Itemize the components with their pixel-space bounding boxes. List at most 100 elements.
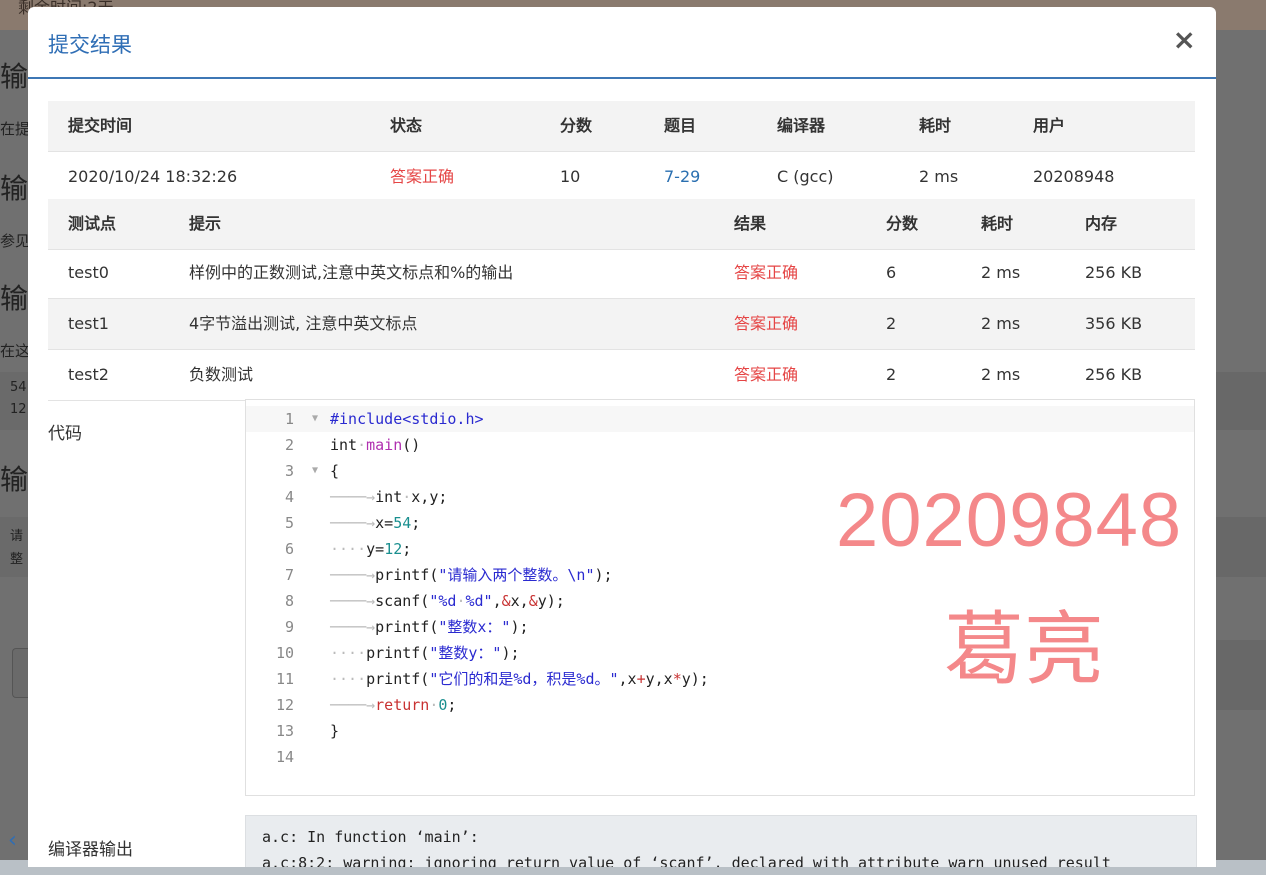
background-text: 在这 [0, 342, 31, 360]
background-text: 12 [10, 402, 27, 417]
code-text: { [330, 462, 340, 480]
background-text: 请 [10, 529, 24, 544]
testcase-hint: 样例中的正数测试,注意中英文标点和%的输出 [189, 263, 514, 282]
header-submit-time: 提交时间 [68, 116, 133, 135]
code-text: ····printf("整数y："); [330, 644, 520, 662]
compiler-output-line: a.c:8:2: warning: ignoring return value … [262, 854, 1111, 867]
code-text: ────→printf("整数x："); [330, 618, 529, 636]
code-line: 14 [246, 744, 1194, 770]
header-testcase: 测试点 [68, 214, 117, 233]
code-text: ────→scanf("%d·%d",&x,&y); [330, 592, 565, 610]
testcase-name: test1 [68, 314, 109, 333]
testcase-result: 答案正确 [734, 314, 799, 333]
code-text: } [330, 722, 340, 740]
testcase-name: test2 [68, 365, 109, 384]
testcase-score: 2 [886, 365, 897, 384]
code-line: 13 } [246, 718, 1194, 744]
header-problem: 题目 [664, 116, 697, 135]
background-right-band [1216, 640, 1266, 710]
background-right-band [1216, 372, 1266, 430]
close-button[interactable]: × [1173, 25, 1196, 55]
compiler: C (gcc) [777, 167, 834, 186]
code-text: ────→x=54; [330, 514, 421, 532]
background-text: 54 [10, 380, 27, 395]
header-score: 分数 [886, 214, 919, 233]
line-number: 7 [284, 566, 294, 584]
code-line: 1 ▼ #include<stdio.h> [246, 406, 1194, 432]
header-user: 用户 [1033, 116, 1066, 135]
testcase-header-row: 测试点 提示 结果 分数 耗时 内存 [48, 199, 1195, 250]
testcase-name: test0 [68, 263, 109, 282]
line-number: 5 [284, 514, 294, 532]
line-number: 1 [284, 410, 294, 428]
line-number: 6 [284, 540, 294, 558]
testcase-hint: 负数测试 [189, 365, 254, 384]
line-number: 2 [284, 436, 294, 454]
testcase-time: 2 ms [981, 365, 1021, 384]
background-heading: 输 [0, 282, 29, 315]
header-result: 结果 [734, 214, 767, 233]
testcase-result: 答案正确 [734, 365, 799, 384]
testcase-score: 2 [886, 314, 897, 333]
submission-result-modal: 提交结果 × 提交时间 状态 分数 题目 编译器 耗时 用户 2020/10/2… [28, 7, 1216, 867]
modal-header: 提交结果 × [28, 7, 1216, 79]
testcase-hint: 4字节溢出测试, 注意中英文标点 [189, 314, 418, 333]
code-text: ····y=12; [330, 540, 412, 558]
code-line: 2 int·main() [246, 432, 1194, 458]
watermark-name: 葛亮 [944, 603, 1104, 696]
submit-time: 2020/10/24 18:32:26 [68, 167, 238, 186]
fold-arrow-icon[interactable]: ▼ [312, 406, 318, 432]
code-text: ────→return·0; [330, 696, 457, 714]
code-text: ────→int·x,y; [330, 488, 448, 506]
header-compiler: 编译器 [777, 116, 826, 135]
status-badge: 答案正确 [390, 167, 455, 186]
code-text: int·main() [330, 436, 421, 454]
header-memory: 内存 [1085, 214, 1118, 233]
table-row: test2 负数测试 答案正确 2 2 ms 256 KB [48, 350, 1195, 401]
background-right-band [1216, 517, 1266, 577]
line-number: 9 [284, 618, 294, 636]
background-heading: 输 [0, 463, 29, 496]
table-row: test0 样例中的正数测试,注意中英文标点和%的输出 答案正确 6 2 ms … [48, 248, 1195, 299]
line-number: 3 [284, 462, 294, 480]
elapsed-time: 2 ms [919, 167, 959, 186]
line-number: 12 [275, 696, 294, 714]
compiler-output: a.c: In function ‘main’: a.c:8:2: warnin… [245, 815, 1197, 867]
line-number: 13 [275, 722, 294, 740]
testcase-time: 2 ms [981, 314, 1021, 333]
table-row: test1 4字节溢出测试, 注意中英文标点 答案正确 2 2 ms 356 K… [48, 299, 1195, 350]
testcase-memory: 256 KB [1085, 263, 1143, 282]
testcase-result: 答案正确 [734, 263, 799, 282]
score: 10 [560, 167, 581, 186]
compiler-output-line: a.c: In function ‘main’: [262, 828, 479, 846]
summary-header-row: 提交时间 状态 分数 题目 编译器 耗时 用户 [48, 101, 1195, 152]
testcase-time: 2 ms [981, 263, 1021, 282]
line-number: 10 [275, 644, 294, 662]
header-hint: 提示 [189, 214, 222, 233]
header-time: 耗时 [919, 116, 952, 135]
problem-link[interactable]: 7-29 [664, 152, 700, 202]
background-heading: 输 [0, 60, 29, 93]
header-time: 耗时 [981, 214, 1014, 233]
line-number: 4 [284, 488, 294, 506]
background-text: 在提 [0, 120, 31, 138]
summary-row: 2020/10/24 18:32:26 答案正确 10 7-29 C (gcc)… [48, 152, 1195, 203]
line-number: 8 [284, 592, 294, 610]
background-heading: 输 [0, 172, 29, 205]
header-status: 状态 [390, 116, 423, 135]
testcase-score: 6 [886, 263, 897, 282]
watermark-id: 20209848 [836, 478, 1183, 563]
testcase-memory: 356 KB [1085, 314, 1143, 333]
background-button [12, 648, 29, 698]
background-text: 整 [10, 552, 24, 567]
code-label: 代码 [48, 424, 82, 444]
modal-title: 提交结果 [48, 33, 132, 57]
testcase-memory: 256 KB [1085, 365, 1143, 384]
code-text: ····printf("它们的和是%d，积是%d。",x+y,x*y); [330, 670, 709, 688]
header-score: 分数 [560, 116, 593, 135]
fold-arrow-icon[interactable]: ▼ [312, 458, 318, 484]
background-text: 参见 [0, 232, 31, 250]
user-id: 20208948 [1033, 167, 1115, 186]
compiler-output-label: 编译器输出 [48, 840, 133, 860]
line-number: 11 [275, 670, 294, 688]
